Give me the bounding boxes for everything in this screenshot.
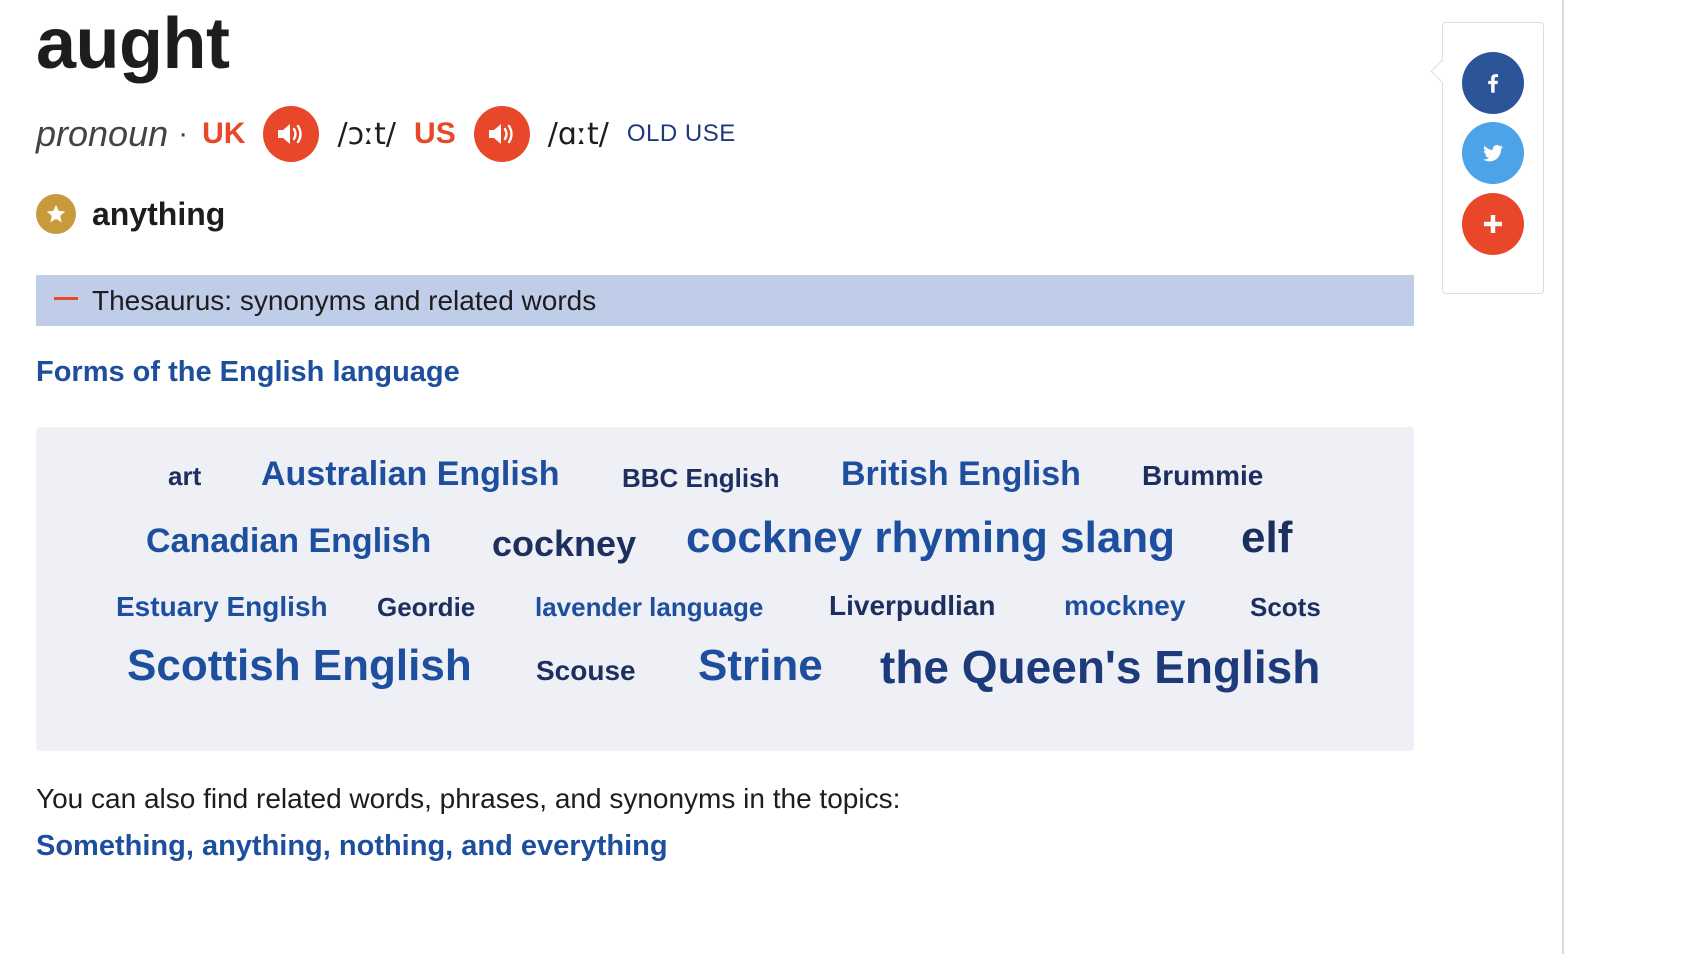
plus-icon [1484, 215, 1502, 233]
word-cloud: art Australian English BBC English Briti… [36, 427, 1414, 751]
us-label: US [414, 117, 456, 150]
pronunciation-row: pronoun · UK /ɔːt/ US /ɑːt/ OLD USE [36, 104, 736, 164]
uk-ipa: /ɔːt/ [337, 116, 397, 152]
cloud-word-estuary-english[interactable]: Estuary English [116, 591, 328, 623]
cloud-word-bbc-english[interactable]: BBC English [622, 463, 779, 494]
collapse-icon [54, 297, 78, 300]
cloud-word-scottish-english[interactable]: Scottish English [127, 641, 472, 691]
cloud-word-scouse[interactable]: Scouse [536, 655, 636, 687]
speaker-icon [278, 124, 303, 144]
star-icon [36, 194, 76, 234]
page-edge-divider [1562, 0, 1564, 954]
cloud-word-lavender-language[interactable]: lavender language [535, 592, 763, 623]
facebook-icon [1488, 74, 1499, 93]
cloud-word-the-queens-english[interactable]: the Queen's English [880, 640, 1320, 694]
part-of-speech: pronoun [36, 113, 169, 154]
cloud-word-strine[interactable]: Strine [698, 641, 823, 691]
usage-label: OLD USE [626, 120, 736, 147]
cloud-word-art[interactable]: art [168, 461, 201, 492]
more-share-button[interactable] [1462, 193, 1524, 255]
uk-audio-button[interactable] [263, 106, 320, 162]
cloud-word-liverpudlian[interactable]: Liverpudlian [829, 590, 995, 622]
facebook-share-button[interactable] [1462, 52, 1524, 114]
definition-text: anything [92, 195, 226, 232]
speaker-icon [488, 124, 513, 144]
cloud-word-elf[interactable]: elf [1241, 513, 1292, 563]
cloud-word-mockney[interactable]: mockney [1064, 590, 1185, 622]
cloud-word-scots[interactable]: Scots [1250, 592, 1321, 623]
thesaurus-toggle[interactable]: Thesaurus: synonyms and related words [36, 275, 1414, 326]
cloud-word-canadian-english[interactable]: Canadian English [146, 522, 431, 561]
cloud-word-cockney[interactable]: cockney [492, 523, 636, 565]
cloud-word-cockney-rhyming-slang[interactable]: cockney rhyming slang [686, 513, 1175, 563]
us-ipa: /ɑːt/ [547, 116, 609, 152]
definition-row: anything [36, 194, 225, 234]
thesaurus-heading-link[interactable]: Forms of the English language [36, 356, 460, 389]
cloud-word-australian-english[interactable]: Australian English [261, 455, 560, 494]
twitter-icon [1483, 145, 1503, 162]
cloud-word-brummie[interactable]: Brummie [1142, 460, 1263, 492]
cloud-word-british-english[interactable]: British English [841, 455, 1081, 494]
share-panel-pointer [1430, 59, 1455, 84]
separator-dot: · [178, 117, 189, 150]
headword: aught [36, 4, 230, 84]
us-audio-button[interactable] [473, 106, 530, 162]
topics-intro: You can also find related words, phrases… [36, 783, 901, 814]
cloud-word-geordie[interactable]: Geordie [377, 592, 475, 623]
topic-link[interactable]: Something, anything, nothing, and everyt… [36, 830, 668, 863]
share-panel [1430, 22, 1544, 294]
uk-label: UK [202, 117, 246, 150]
thesaurus-label: Thesaurus: synonyms and related words [92, 284, 597, 316]
twitter-share-button[interactable] [1462, 122, 1524, 184]
